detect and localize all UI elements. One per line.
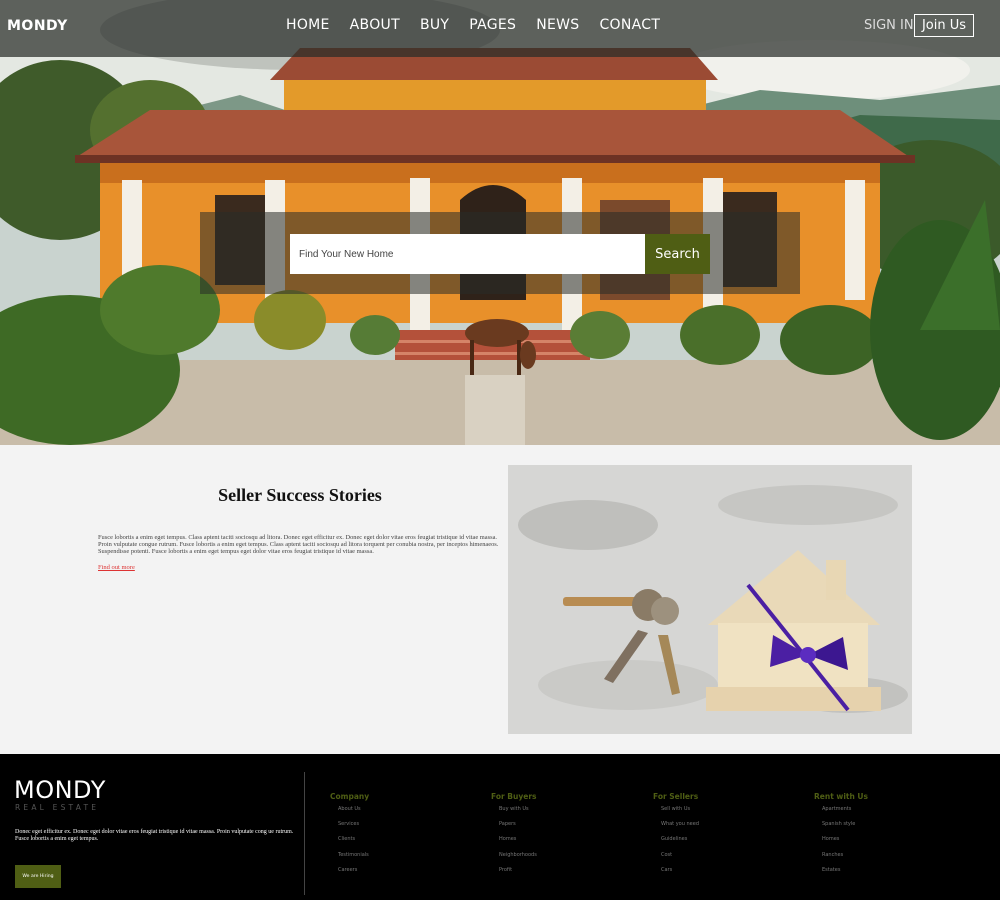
top-navbar: MONDY HOME ABOUT BUY PAGES NEWS CONACT S…	[0, 0, 1000, 57]
footer-link[interactable]: Testimonials	[330, 852, 369, 867]
footer-link[interactable]: Sell with Us	[653, 806, 699, 821]
footer-link[interactable]: Estates	[814, 867, 868, 882]
house-keys-image	[508, 465, 912, 734]
footer-link[interactable]: About Us	[330, 806, 369, 821]
footer-link[interactable]: Papers	[491, 821, 537, 836]
footer-column-title: For Sellers	[653, 792, 699, 801]
footer-column-sellers: For Sellers Sell with Us What you need G…	[653, 792, 699, 882]
footer-link[interactable]: What you need	[653, 821, 699, 836]
footer-link[interactable]: Buy with Us	[491, 806, 537, 821]
main-menu: HOME ABOUT BUY PAGES NEWS CONACT	[286, 17, 680, 33]
footer-link[interactable]: Careers	[330, 867, 369, 882]
join-us-button[interactable]: Join Us	[914, 14, 974, 37]
nav-about-link[interactable]: ABOUT	[350, 17, 400, 33]
find-out-more-link[interactable]: Find out more	[98, 564, 135, 571]
nav-news-link[interactable]: NEWS	[536, 17, 579, 33]
footer-tagline: REAL ESTATE	[15, 803, 100, 812]
footer-divider	[304, 772, 305, 895]
nav-home-link[interactable]: HOME	[286, 17, 330, 33]
footer-column-title: Company	[330, 792, 370, 801]
footer-column-company: Company About Us Services Clients Testim…	[330, 792, 369, 882]
site-footer: MONDY REAL ESTATE Donec eget efficitur e…	[0, 754, 1000, 900]
footer-column-title: For Buyers	[491, 792, 537, 801]
footer-link[interactable]: Guidelines	[653, 836, 699, 851]
footer-column-buyers: For Buyers Buy with Us Papers Homes Neig…	[491, 792, 537, 882]
home-search-input[interactable]	[290, 234, 646, 274]
footer-description: Donec eget efficitur ex. Donec eget dolo…	[15, 829, 294, 843]
footer-link[interactable]: Cost	[653, 852, 699, 867]
site-logo[interactable]: MONDY	[7, 18, 68, 34]
footer-link[interactable]: Cars	[653, 867, 699, 882]
search-button[interactable]: Search	[645, 234, 710, 274]
footer-link[interactable]: Apartments	[814, 806, 868, 821]
footer-link[interactable]: Spanish style	[814, 821, 868, 836]
footer-link[interactable]: Clients	[330, 836, 369, 851]
hiring-button[interactable]: We are Hiring	[15, 865, 61, 888]
footer-link[interactable]: Profit	[491, 867, 537, 882]
footer-link[interactable]: Neighborhoods	[491, 852, 537, 867]
footer-column-title: Rent with Us	[814, 792, 868, 801]
footer-logo[interactable]: MONDY	[14, 776, 106, 804]
nav-contact-link[interactable]: CONACT	[599, 17, 660, 33]
seller-stories-section: Seller Success Stories Fusce lobortis a …	[0, 450, 1000, 754]
footer-link[interactable]: Homes	[814, 836, 868, 851]
footer-link[interactable]: Ranches	[814, 852, 868, 867]
footer-link[interactable]: Services	[330, 821, 369, 836]
nav-buy-link[interactable]: BUY	[420, 17, 449, 33]
nav-pages-link[interactable]: PAGES	[469, 17, 516, 33]
sign-in-link[interactable]: SIGN IN	[864, 18, 914, 33]
hero-banner: MONDY HOME ABOUT BUY PAGES NEWS CONACT S…	[0, 0, 1000, 445]
footer-link[interactable]: Homes	[491, 836, 537, 851]
footer-column-rent: Rent with Us Apartments Spanish style Ho…	[814, 792, 868, 882]
section-body-text: Fusce lobortis a enim eget tempus. Class…	[98, 534, 499, 556]
